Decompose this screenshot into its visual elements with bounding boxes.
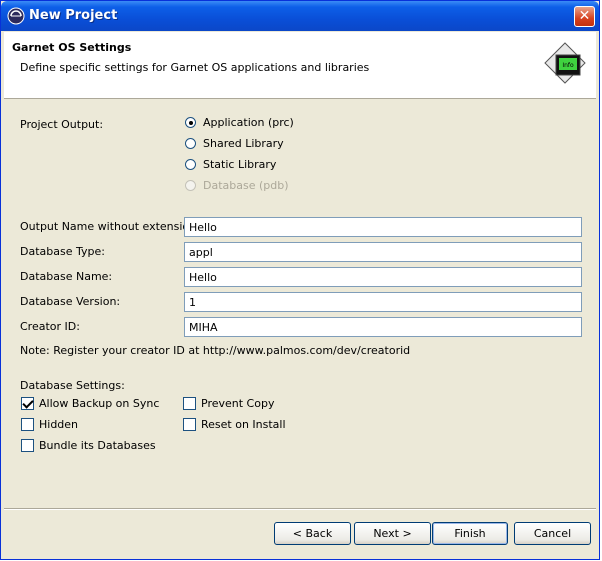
creator-id-row: Creator ID: [20, 317, 586, 337]
radio-label: Shared Library [203, 137, 284, 150]
checkbox[interactable] [21, 397, 34, 410]
page-title: Garnet OS Settings [12, 41, 132, 54]
radio-label: Static Library [203, 158, 277, 171]
creator-id-label: Creator ID: [20, 320, 80, 333]
close-icon: ✕ [578, 8, 591, 24]
database-version-row: Database Version: [20, 292, 586, 312]
database-type-row: Database Type: [20, 242, 586, 262]
output-name-label: Output Name without extension: [20, 220, 200, 233]
database-name-label: Database Name: [20, 270, 113, 283]
finish-button[interactable]: Finish [432, 522, 508, 545]
logo-text: Info [562, 62, 574, 69]
wizard-header: Garnet OS Settings Define specific setti… [4, 32, 596, 99]
database-version-input[interactable] [184, 292, 582, 312]
database-version-label: Database Version: [20, 295, 121, 308]
wizard-logo-icon: Info [544, 42, 586, 84]
checkbox-label: Allow Backup on Sync [39, 397, 160, 410]
database-name-row: Database Name: [20, 267, 586, 287]
checkbox-label: Reset on Install [201, 418, 286, 431]
database-type-input[interactable] [184, 242, 582, 262]
eclipse-icon [7, 7, 25, 25]
radio-label: Application (prc) [203, 116, 294, 129]
cancel-button[interactable]: Cancel [514, 522, 591, 545]
footer-separator [4, 508, 596, 510]
checkbox[interactable] [183, 418, 196, 431]
checkbox-label: Hidden [39, 418, 79, 431]
database-type-label: Database Type: [20, 245, 105, 258]
database-name-input[interactable] [184, 267, 582, 287]
radio-button[interactable] [185, 159, 196, 170]
title-bar[interactable]: New Project ✕ [1, 1, 599, 31]
radio-button[interactable] [185, 138, 196, 149]
next-button[interactable]: Next > [354, 522, 431, 545]
checkbox[interactable] [21, 439, 34, 452]
creator-id-note: Note: Register your creator ID at http:/… [20, 344, 411, 357]
creator-id-input[interactable] [184, 317, 582, 337]
checkbox[interactable] [21, 418, 34, 431]
checkbox[interactable] [183, 397, 196, 410]
database-settings-label: Database Settings: [20, 379, 125, 392]
settings-form: Project Output: Application (prc) Shared… [4, 99, 596, 509]
checkbox-label: Bundle its Databases [39, 439, 156, 452]
close-button[interactable]: ✕ [574, 6, 595, 27]
radio-label: Database (pdb) [203, 179, 289, 192]
output-name-row: Output Name without extension: [20, 217, 586, 237]
project-output-label: Project Output: [20, 118, 104, 131]
radio-button[interactable] [185, 117, 196, 128]
output-name-input[interactable] [184, 217, 582, 237]
checkbox-label: Prevent Copy [201, 397, 275, 410]
radio-button [185, 180, 196, 191]
back-button[interactable]: < Back [274, 522, 351, 545]
new-project-window: New Project ✕ Garnet OS Settings Define … [0, 0, 600, 560]
window-title: New Project [29, 8, 118, 23]
page-description: Define specific settings for Garnet OS a… [20, 61, 370, 74]
